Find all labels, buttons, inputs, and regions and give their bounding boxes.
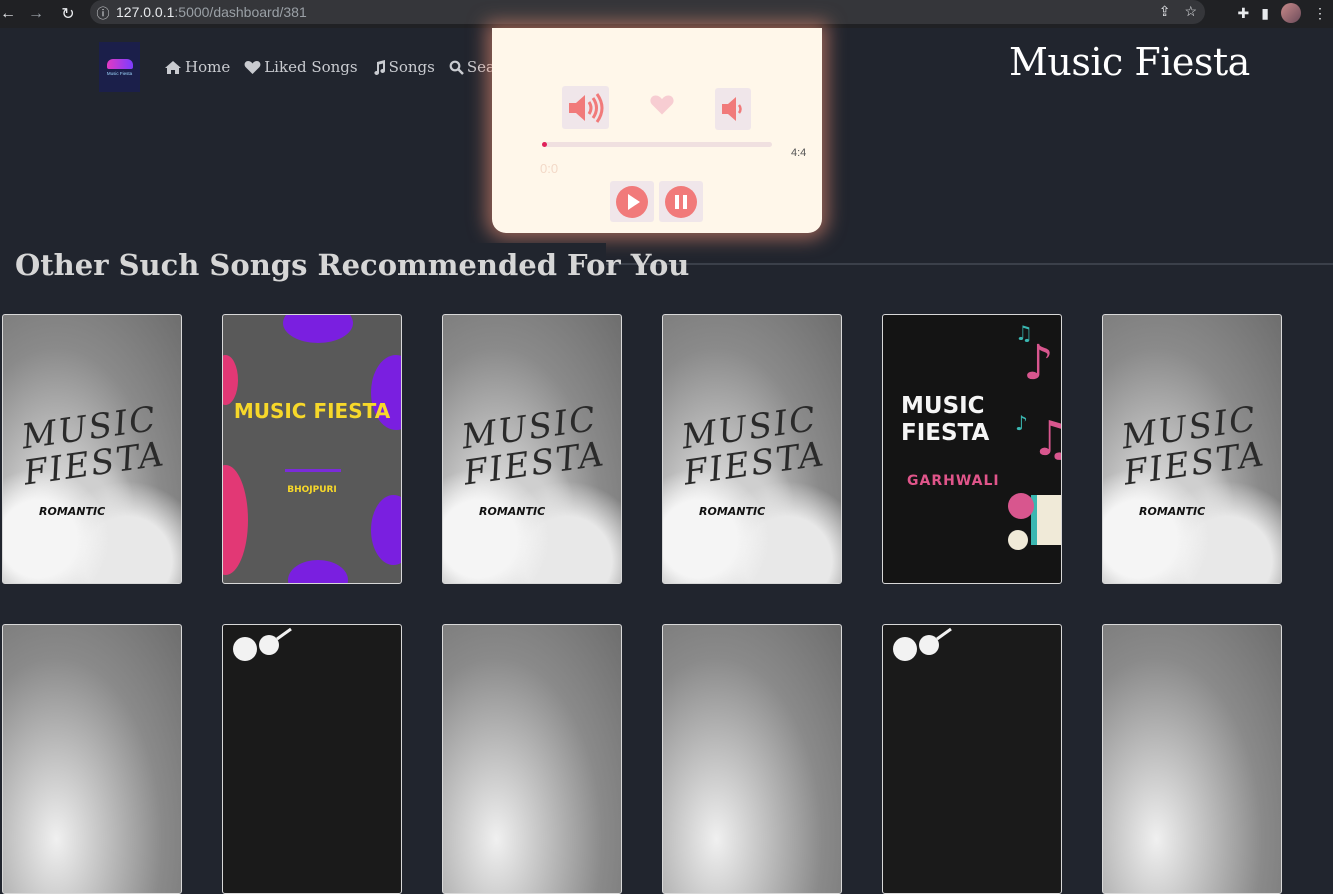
- disc-decoration: [1008, 493, 1034, 519]
- search-icon: [449, 60, 464, 75]
- section-title: Other Such Songs Recommended For You: [15, 248, 690, 282]
- card-genre: ROMANTIC: [479, 505, 546, 518]
- song-card-romantic[interactable]: MUSIC FIESTA ROMANTIC: [1102, 314, 1282, 584]
- music-note-icon: ♪: [1015, 411, 1028, 435]
- volume-down-button[interactable]: [715, 88, 751, 130]
- play-button[interactable]: [610, 181, 654, 222]
- song-card[interactable]: [1102, 624, 1282, 894]
- pink-blob-decoration: [223, 465, 248, 575]
- bookmark-star-icon[interactable]: ☆: [1184, 3, 1197, 20]
- main-nav: Home Liked Songs Songs Search: [164, 58, 534, 76]
- purple-blob-decoration: [288, 560, 348, 583]
- pause-button[interactable]: [659, 181, 703, 222]
- site-logo[interactable]: Music Fiesta: [99, 42, 140, 92]
- nav-songs-label: Songs: [388, 58, 435, 76]
- card-genre: ROMANTIC: [39, 505, 106, 518]
- song-card-romantic[interactable]: MUSIC FIESTA ROMANTIC: [442, 314, 622, 584]
- volume-up-button[interactable]: [562, 86, 609, 129]
- music-note-icon: ♪: [1023, 335, 1054, 391]
- music-note-icon: [373, 59, 385, 75]
- card-genre: ROMANTIC: [1139, 505, 1206, 518]
- song-card[interactable]: [662, 624, 842, 894]
- song-card[interactable]: [442, 624, 622, 894]
- card-genre: GARHWALI: [907, 473, 1000, 489]
- forward-icon[interactable]: →: [22, 0, 50, 28]
- nav-home-label: Home: [185, 58, 231, 76]
- pause-icon: [665, 185, 697, 218]
- heart-icon: [244, 60, 261, 74]
- home-icon: [165, 60, 181, 74]
- music-note-icon: ♫: [1031, 411, 1061, 467]
- nav-songs[interactable]: Songs: [372, 58, 435, 76]
- url-text: 127.0.0.1:5000/dashboard/381: [116, 4, 307, 20]
- nav-liked-songs[interactable]: Liked Songs: [244, 58, 358, 76]
- heart-icon: [650, 95, 674, 115]
- seek-bar-fill: [542, 142, 547, 147]
- menu-icon[interactable]: ⋮: [1313, 5, 1327, 22]
- site-title: Music Fiesta: [1009, 40, 1250, 84]
- song-card-romantic[interactable]: MUSIC FIESTA ROMANTIC: [2, 314, 182, 584]
- card-genre: BHOJPURI: [287, 485, 337, 495]
- card-title: MUSIC FIESTA: [901, 393, 990, 446]
- song-card-romantic[interactable]: MUSIC FIESTA ROMANTIC: [662, 314, 842, 584]
- reload-icon[interactable]: ↻: [54, 0, 82, 28]
- profile-avatar[interactable]: [1281, 3, 1301, 23]
- back-icon[interactable]: ←: [0, 0, 22, 28]
- total-time: 4:4: [791, 147, 807, 159]
- card-divider: [285, 469, 341, 472]
- share-icon[interactable]: ⇪: [1159, 3, 1171, 20]
- nav-home[interactable]: Home: [164, 58, 230, 76]
- song-card[interactable]: [882, 624, 1062, 894]
- logo-text: Music Fiesta: [106, 70, 133, 76]
- card-genre: ROMANTIC: [699, 505, 766, 518]
- play-icon: [616, 185, 648, 218]
- volume-up-icon: [568, 92, 603, 123]
- volume-down-icon: [722, 97, 742, 121]
- purple-blob-decoration: [371, 495, 401, 565]
- guitar-player-icon: [893, 627, 952, 661]
- pink-blob-decoration: [223, 355, 238, 405]
- song-card-bhojpuri[interactable]: MUSIC FIESTA BHOJPURI: [222, 314, 402, 584]
- address-bar[interactable]: ⓘ 127.0.0.1:5000/dashboard/381 ⇪ ☆: [90, 0, 1205, 24]
- guitar-player-icon: [233, 627, 292, 661]
- sheet-music-decoration: [1031, 495, 1061, 545]
- purple-blob-decoration: [283, 315, 353, 343]
- like-button[interactable]: [647, 90, 677, 120]
- song-card[interactable]: [2, 624, 182, 894]
- logo-wave-icon: [106, 58, 133, 69]
- browser-toolbar: ← → ↻ ⓘ 127.0.0.1:5000/dashboard/381 ⇪ ☆…: [0, 0, 1333, 28]
- disc-decoration: [1008, 530, 1028, 550]
- song-card-garhwali[interactable]: ♫ ♪ ♪ ♫ MUSIC FIESTA GARHWALI: [882, 314, 1062, 584]
- music-player: 4:4 0:0: [492, 28, 822, 233]
- extensions-icon[interactable]: ✚: [1238, 5, 1250, 22]
- current-time: 0:0: [540, 161, 559, 176]
- info-icon[interactable]: ⓘ: [90, 3, 116, 22]
- seek-bar[interactable]: [542, 142, 772, 147]
- nav-liked-songs-label: Liked Songs: [264, 58, 358, 76]
- card-title: MUSIC FIESTA: [233, 399, 391, 423]
- song-card[interactable]: [222, 624, 402, 894]
- side-panel-icon[interactable]: ▮: [1261, 5, 1269, 22]
